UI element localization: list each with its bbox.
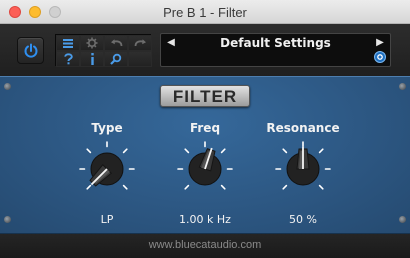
freq-label: Freq: [189, 121, 221, 135]
resonance-label: Resonance: [266, 121, 340, 135]
filter-panel: FILTER Type LP Freq 1.00 k Hz Resonance …: [0, 76, 410, 234]
preset-selector[interactable]: ◀ Default Settings ▶: [160, 33, 391, 67]
power-button[interactable]: [17, 37, 44, 64]
window-title-bar: Pre B 1 - Filter: [0, 0, 410, 24]
type-value: LP: [100, 213, 114, 226]
toolbar-button-grid: [55, 34, 152, 67]
screw-icon: [399, 83, 406, 90]
screw-icon: [4, 83, 11, 90]
undo-button[interactable]: [104, 35, 128, 51]
preset-control-icon[interactable]: [374, 51, 386, 63]
settings-button[interactable]: [80, 35, 104, 51]
menu-button[interactable]: [56, 35, 80, 51]
empty-slot: [128, 51, 152, 67]
type-knob[interactable]: [77, 139, 137, 199]
help-icon: [63, 53, 73, 65]
resonance-value: 50 %: [289, 213, 317, 226]
freq-knob[interactable]: [175, 139, 235, 199]
next-preset-button[interactable]: ▶: [374, 37, 386, 48]
plugin-footer: www.bluecataudio.com: [0, 234, 410, 258]
preset-name: Default Settings: [220, 36, 331, 50]
power-icon: [24, 43, 38, 58]
search-button[interactable]: [104, 51, 128, 67]
screw-icon: [4, 216, 11, 223]
screw-icon: [399, 216, 406, 223]
window-title: Pre B 1 - Filter: [163, 5, 247, 20]
info-button[interactable]: [80, 51, 104, 67]
type-label: Type: [91, 121, 123, 135]
vendor-link[interactable]: www.bluecataudio.com: [0, 239, 410, 251]
redo-icon: [134, 39, 146, 47]
plugin-toolbar: ◀ Default Settings ▶: [0, 24, 410, 76]
redo-button[interactable]: [128, 35, 152, 51]
resonance-knob[interactable]: [273, 139, 333, 199]
freq-value: 1.00 k Hz: [179, 213, 231, 226]
search-icon: [110, 53, 122, 65]
info-icon: [90, 53, 94, 65]
menu-icon: [63, 38, 73, 48]
undo-icon: [110, 39, 122, 47]
gear-icon: [86, 37, 98, 49]
help-button[interactable]: [56, 51, 80, 67]
panel-title: FILTER: [160, 85, 250, 107]
